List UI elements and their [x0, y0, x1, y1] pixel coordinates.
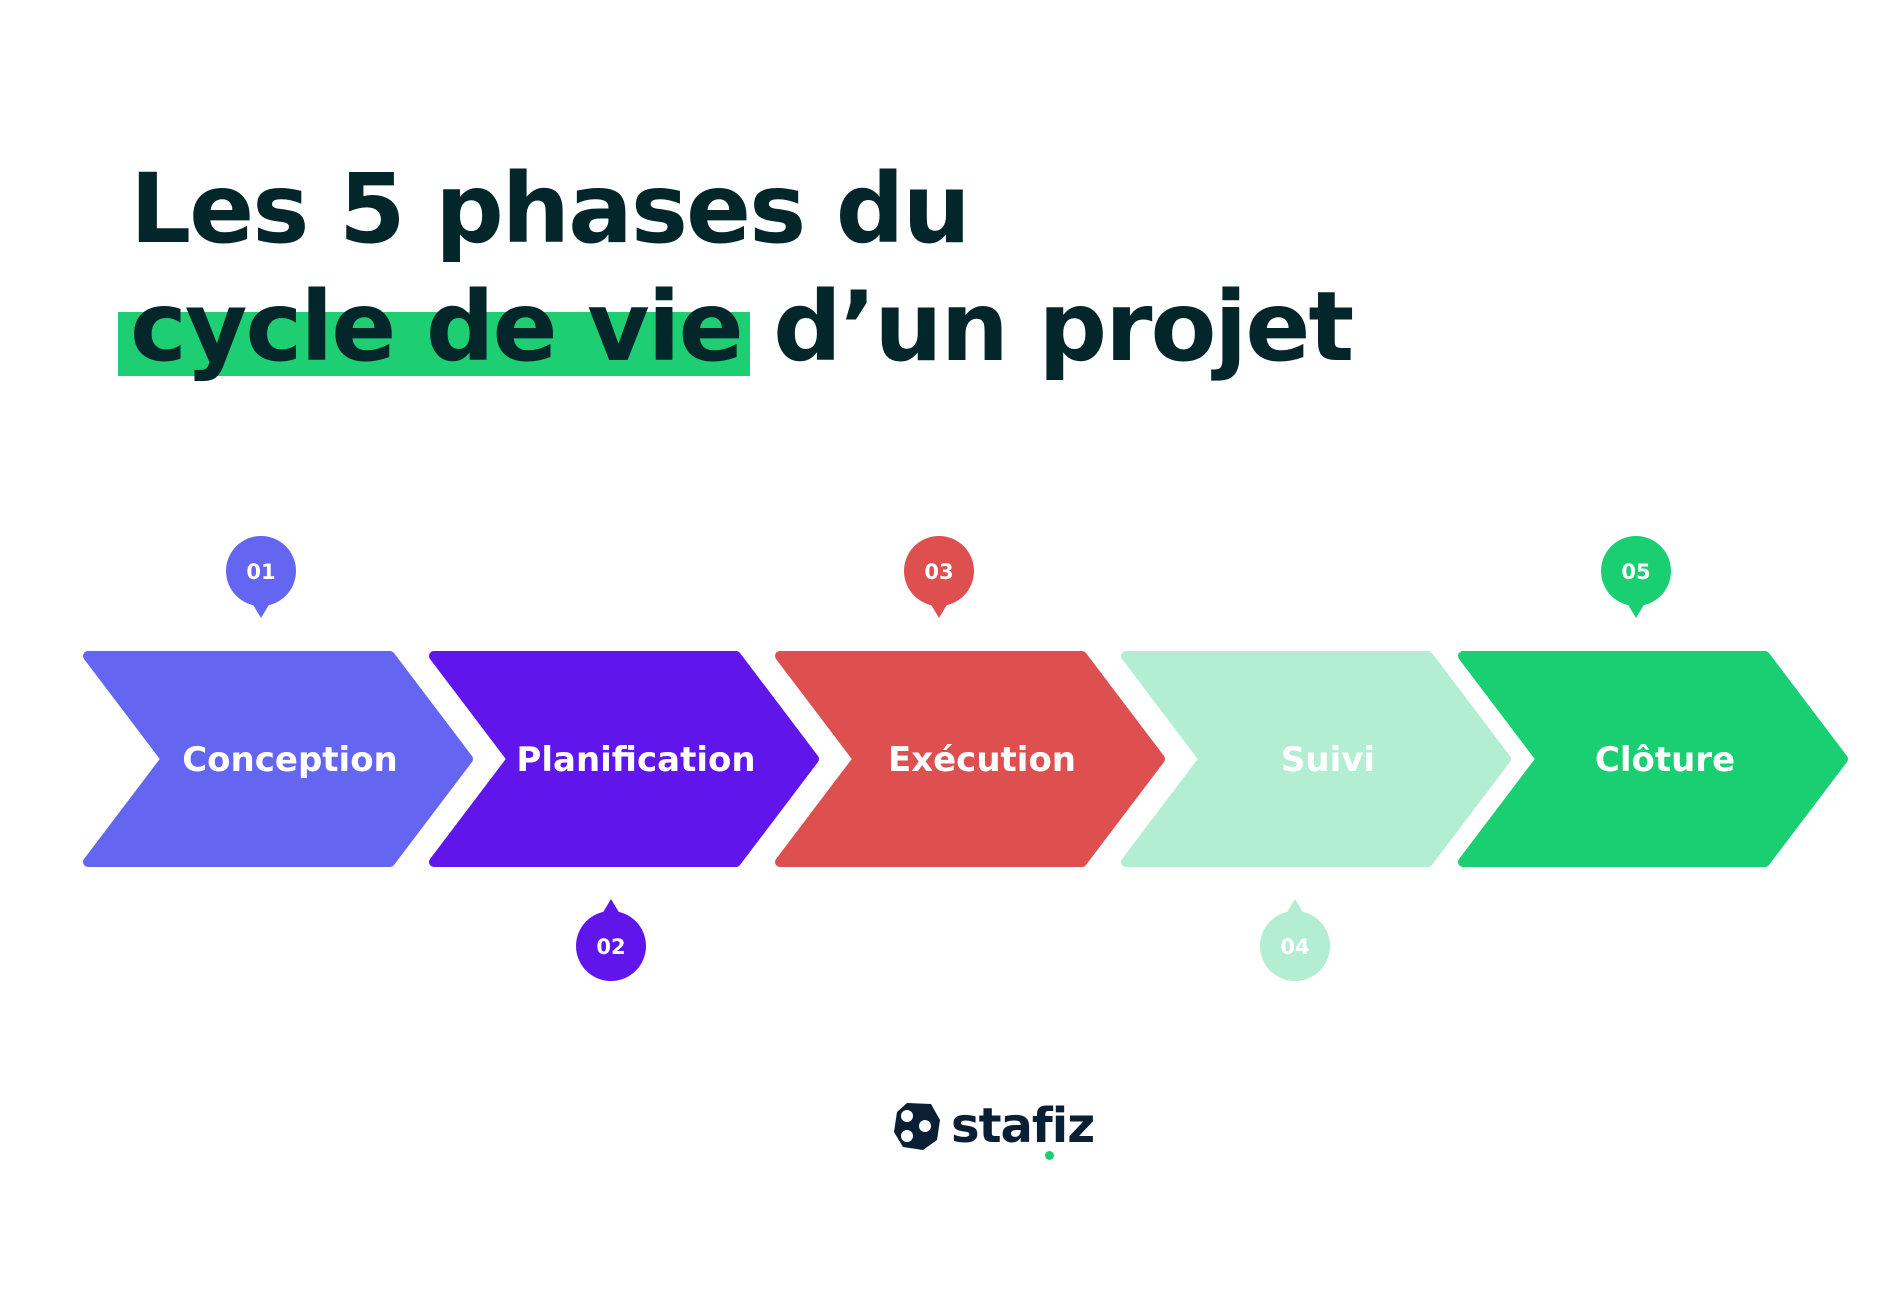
phase-3: Exécution 03: [775, 536, 1165, 867]
phase-label: Planification: [516, 740, 755, 780]
badge-pointer: [1283, 899, 1307, 919]
phase-4: Suivi 04: [1121, 651, 1511, 981]
badge-pointer: [599, 899, 623, 919]
phase-label: Clôture: [1595, 740, 1735, 780]
phase-number: 03: [924, 560, 953, 584]
phase-number: 02: [596, 935, 625, 959]
badge-pointer: [927, 598, 951, 618]
page-title: Les 5 phases du cycle de vie d’un projet: [118, 150, 1354, 386]
stafiz-logo-icon: [894, 1103, 940, 1150]
badge-pointer: [1624, 598, 1648, 618]
phase-number-badge: 01: [226, 536, 296, 618]
title-line-1: Les 5 phases du: [130, 153, 971, 265]
phase-number-badge: 03: [904, 536, 974, 618]
title-line-2: cycle de vie d’un projet: [118, 268, 1354, 386]
phase-number-badge: 05: [1601, 536, 1671, 618]
phase-2: Planification 02: [429, 651, 819, 981]
phase-5: Clôture 05: [1458, 536, 1848, 867]
phase-number: 05: [1621, 560, 1650, 584]
phase-number: 01: [246, 560, 275, 584]
phase-1: Conception 01: [83, 536, 473, 867]
phase-label: Conception: [182, 740, 398, 780]
phase-label: Suivi: [1281, 740, 1375, 780]
badge-pointer: [249, 598, 273, 618]
phase-number: 04: [1280, 935, 1309, 959]
title-highlight: cycle de vie: [118, 268, 750, 386]
stafiz-logo: stafiz: [893, 1098, 1095, 1160]
logo-accent-dot: [1045, 1151, 1054, 1160]
stafiz-logo-text: stafiz: [951, 1098, 1095, 1154]
phase-number-badge: 02: [576, 899, 646, 981]
title-line-2-rest: d’un projet: [741, 271, 1354, 383]
phase-label: Exécution: [888, 740, 1076, 780]
phase-number-badge: 04: [1260, 899, 1330, 981]
